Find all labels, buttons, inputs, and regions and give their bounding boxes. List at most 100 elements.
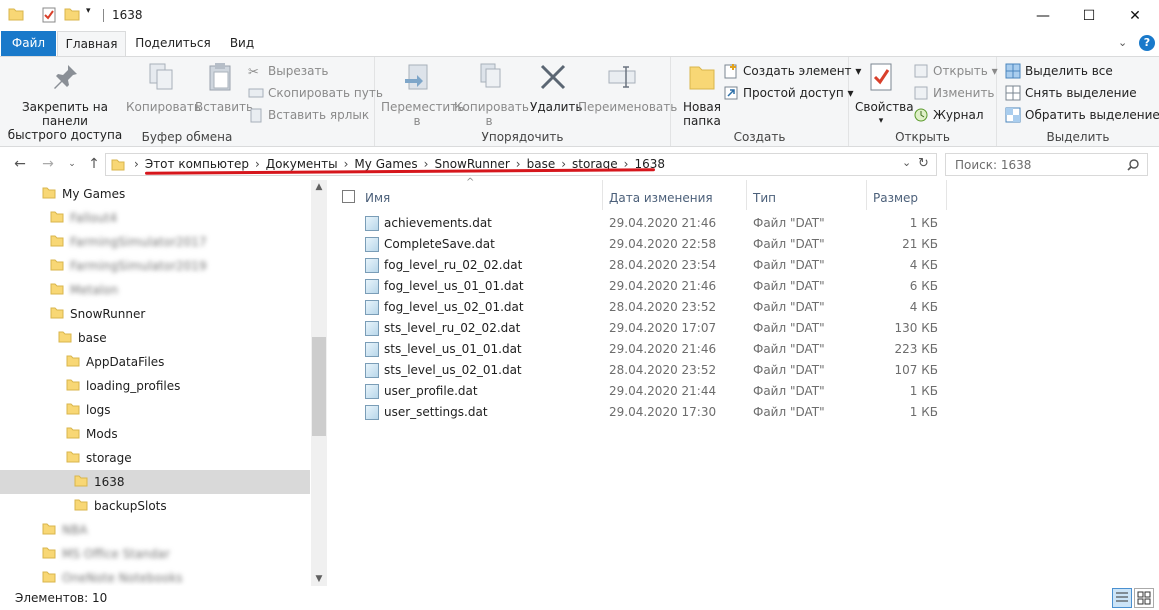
file-row[interactable]: fog_level_ru_02_02.dat 28.04.2020 23:54 Фа… <box>330 255 950 276</box>
column-type[interactable]: Тип <box>753 186 776 210</box>
column-separator[interactable] <box>602 180 603 210</box>
crumb-documents[interactable]: Документы <box>266 157 338 171</box>
delete-label: Удалить <box>530 100 583 114</box>
refresh-icon[interactable]: ↻ <box>918 156 929 171</box>
tree-item[interactable]: loading_profiles <box>66 374 180 398</box>
file-type: Файл "DAT" <box>753 384 825 398</box>
forward-icon[interactable]: → <box>38 154 58 174</box>
back-icon[interactable]: ← <box>10 154 30 174</box>
help-icon[interactable]: ? <box>1139 35 1155 51</box>
file-list[interactable]: ^ Имя Дата изменения Тип Размер achievem… <box>330 177 1159 586</box>
recent-locations-icon[interactable]: ⌄ <box>62 154 82 174</box>
tree-item[interactable]: base <box>58 326 107 350</box>
tree-item[interactable]: MS Office Standar <box>42 542 170 566</box>
customize-quick-access-icon[interactable]: ▾ <box>86 6 91 16</box>
tab-home[interactable]: Главная <box>57 31 126 57</box>
address-dropdown-icon[interactable]: ⌄ <box>902 156 911 169</box>
copy-button[interactable]: Копировать <box>126 61 201 114</box>
column-name[interactable]: Имя <box>365 186 390 210</box>
file-date: 29.04.2020 21:46 <box>609 342 717 356</box>
easy-access-button[interactable]: Простой доступ ▾ <box>723 83 854 103</box>
group-select: Выделить все Снять выделение Обратить вы… <box>997 57 1159 146</box>
copy-to-button[interactable]: Копировать в <box>454 61 529 128</box>
tree-item[interactable]: NBA <box>42 518 87 542</box>
column-separator[interactable] <box>946 180 947 210</box>
crumb-this-pc[interactable]: Этот компьютер <box>145 157 249 171</box>
tab-share[interactable]: Поделиться <box>133 31 213 56</box>
column-separator[interactable] <box>746 180 747 210</box>
cut-button[interactable]: ✂ Вырезать <box>248 61 329 81</box>
tree-item-label: AppDataFiles <box>86 355 165 369</box>
file-row[interactable]: fog_level_us_02_01.dat 28.04.2020 23:52 Фа… <box>330 297 950 318</box>
up-icon[interactable]: ↑ <box>84 154 104 174</box>
breadcrumb-chevron-icon[interactable]: › <box>255 157 260 171</box>
rename-button[interactable]: Переименовать <box>578 61 677 114</box>
expand-ribbon-icon[interactable]: ⌄ <box>1118 36 1127 49</box>
tree-item[interactable]: logs <box>66 398 111 422</box>
breadcrumb-chevron-icon[interactable]: › <box>344 157 349 171</box>
file-size: 6 КБ <box>909 279 938 293</box>
minimize-button[interactable]: — <box>1020 0 1066 31</box>
tree-item[interactable]: storage <box>66 446 132 470</box>
paste-shortcut-button[interactable]: Вставить ярлык <box>248 105 369 125</box>
file-row[interactable]: CompleteSave.dat 29.04.2020 22:58 Файл "DA… <box>330 234 950 255</box>
properties-dropdown-icon[interactable]: ▾ <box>855 114 907 128</box>
search-input[interactable]: Поиск: 1638 <box>945 153 1148 176</box>
tree-item[interactable]: FarmingSimulator2019 <box>50 254 207 278</box>
folder-icon <box>66 403 80 414</box>
file-row[interactable]: sts_level_ru_02_02.dat 29.04.2020 17:07 Фа… <box>330 318 950 339</box>
new-folder-icon[interactable] <box>64 7 80 21</box>
edit-button[interactable]: Изменить <box>913 83 995 103</box>
new-item-button[interactable]: Создать элемент ▾ <box>723 61 861 81</box>
tab-file[interactable]: Файл <box>1 31 56 56</box>
tree-item[interactable]: SnowRunner <box>50 302 145 326</box>
dat-file-icon <box>365 321 379 336</box>
history-button[interactable]: Журнал <box>913 105 984 125</box>
file-row[interactable]: sts_level_us_01_01.dat 29.04.2020 21:46 Фа… <box>330 339 950 360</box>
scroll-down-icon[interactable]: ▼ <box>311 574 327 584</box>
tree-scrollbar[interactable]: ▲ ▼ <box>311 180 327 586</box>
file-row[interactable]: achievements.dat 29.04.2020 21:46 Файл "DA… <box>330 213 950 234</box>
crumb-my-games[interactable]: My Games <box>354 157 417 171</box>
tab-view[interactable]: Вид <box>222 31 262 56</box>
tree-item[interactable]: Mods <box>66 422 118 446</box>
tree-item[interactable]: My Games <box>42 182 125 206</box>
column-separator[interactable] <box>866 180 867 210</box>
select-none-button[interactable]: Снять выделение <box>1005 83 1137 103</box>
select-all-button[interactable]: Выделить все <box>1005 61 1113 81</box>
copy-path-button[interactable]: Скопировать путь <box>248 83 383 103</box>
file-date: 28.04.2020 23:52 <box>609 363 717 377</box>
navigation-pane[interactable]: My Games Fallout4 FarmingSimulator2017 Farm… <box>0 180 327 586</box>
move-to-button[interactable]: Переместить в <box>381 61 464 128</box>
file-row[interactable]: user_profile.dat 29.04.2020 21:44 Файл "DA… <box>330 381 950 402</box>
file-name: user_profile.dat <box>384 384 478 398</box>
file-row[interactable]: fog_level_us_01_01.dat 29.04.2020 21:46 Фа… <box>330 276 950 297</box>
scroll-thumb[interactable] <box>312 337 326 436</box>
file-row[interactable]: user_settings.dat 29.04.2020 17:30 Файл "D… <box>330 402 950 423</box>
tree-item[interactable]: 1638 <box>74 470 125 494</box>
large-icons-view-button[interactable] <box>1134 588 1154 608</box>
file-row[interactable]: sts_level_us_02_01.dat 28.04.2020 23:52 Фа… <box>330 360 950 381</box>
tree-item[interactable]: AppDataFiles <box>66 350 164 374</box>
select-all-checkbox[interactable] <box>342 190 355 203</box>
properties-icon[interactable] <box>41 7 57 23</box>
delete-button[interactable]: Удалить <box>530 61 583 114</box>
file-name: achievements.dat <box>384 216 492 230</box>
invert-selection-button[interactable]: Обратить выделение <box>1005 105 1159 125</box>
tree-item[interactable]: backupSlots <box>74 494 167 518</box>
clipboard-group-label: Буфер обмена <box>141 130 233 144</box>
properties-button[interactable]: Свойства ▾ <box>855 61 914 128</box>
tree-item[interactable]: Fallout4 <box>50 206 117 230</box>
paste-button[interactable]: Вставить <box>195 61 253 114</box>
close-button[interactable]: ✕ <box>1112 0 1158 31</box>
scroll-up-icon[interactable]: ▲ <box>311 182 327 192</box>
tree-item[interactable]: FarmingSimulator2017 <box>50 230 207 254</box>
tree-item-label: MS Office Standar <box>62 547 170 561</box>
maximize-button[interactable]: ☐ <box>1066 0 1112 31</box>
open-button[interactable]: Открыть ▾ <box>913 61 998 81</box>
column-date[interactable]: Дата изменения <box>609 186 713 210</box>
details-view-button[interactable] <box>1112 588 1132 608</box>
new-folder-button[interactable]: Новая папка <box>677 61 727 128</box>
column-size[interactable]: Размер <box>873 186 918 210</box>
tree-item[interactable]: Metalon <box>50 278 118 302</box>
